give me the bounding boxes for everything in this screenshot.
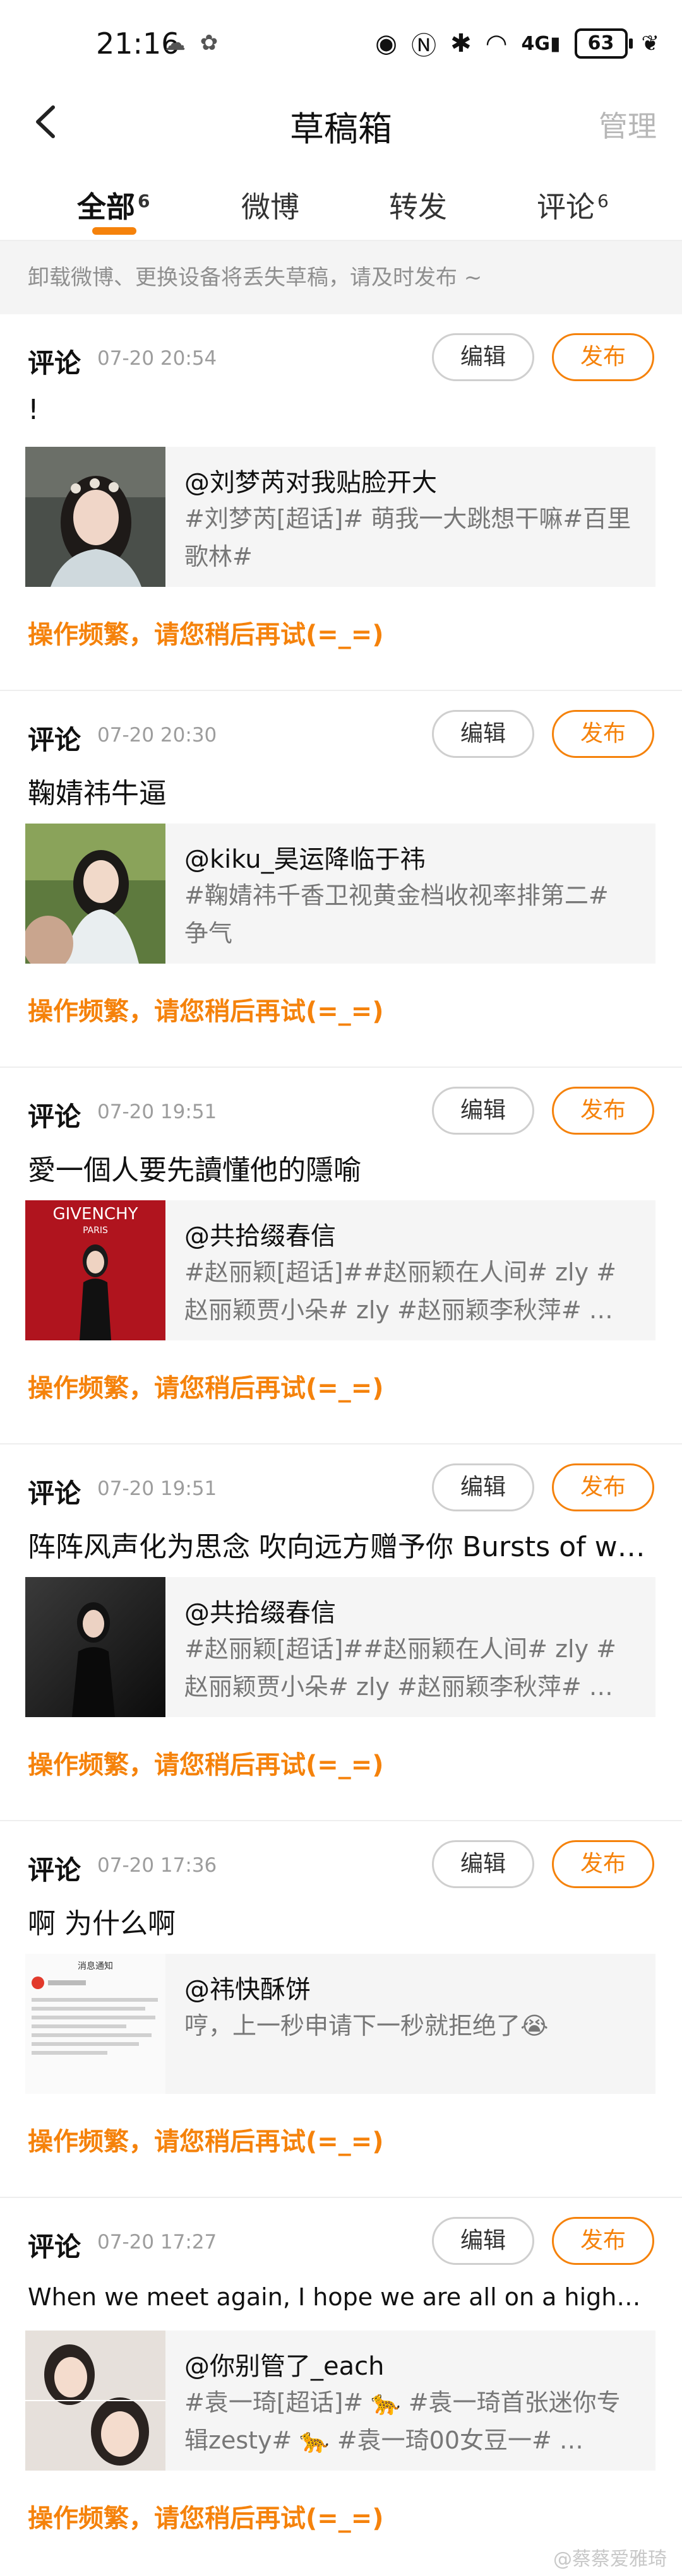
edit-button[interactable]: 编辑 [432, 1463, 534, 1511]
header: 草稿箱 管理 [0, 82, 682, 164]
brand-text: GIVENCHY [52, 1205, 138, 1224]
tab-all[interactable]: 全部 6 [77, 184, 150, 226]
post-thumbnail [25, 2331, 165, 2471]
post-author: @共拾缀春信 [184, 1598, 336, 1628]
post-excerpt: #刘梦芮[超话]# 萌我一大跳想干嘛#百里歌林# [184, 505, 631, 570]
draft-time: 07-20 17:27 [97, 2231, 217, 2254]
post-thumbnail [25, 1577, 165, 1717]
wifi-icon: ◠ [485, 29, 508, 58]
draft-type: 评论 [28, 348, 81, 379]
publish-button[interactable]: 发布 [552, 710, 654, 758]
post-excerpt: #赵丽颖[超话]##赵丽颖在人间# zly # 赵丽颖贾小朵# zly #赵丽颖… [184, 1635, 617, 1701]
edit-button[interactable]: 编辑 [432, 1840, 534, 1888]
tab-repost[interactable]: 转发 [389, 184, 447, 226]
post-excerpt: #赵丽颖[超话]##赵丽颖在人间# zly # 赵丽颖贾小朵# zly #赵丽颖… [184, 1258, 617, 1324]
post-excerpt: #鞠婧祎千香卫视黄金档收视率排第二# 争气 [184, 882, 609, 947]
draft-item: 评论 07-20 19:51 编辑 发布 阵阵风声化为思念 吹向远方赠予你 Bu… [0, 1445, 682, 1821]
tab-label: 转发 [389, 190, 447, 224]
watermark: @蔡蔡爱雅琦 [553, 2548, 667, 2570]
publish-button[interactable]: 发布 [552, 1463, 654, 1511]
quoted-post-card[interactable]: @共拾缀春信 #赵丽颖[超话]##赵丽颖在人间# zly # 赵丽颖贾小朵# z… [25, 1577, 655, 1717]
error-message: 操作频繁，请您稍后再试(=_=) [28, 1374, 384, 1403]
tab-bar: 全部 6 微博 转发 评论 6 [0, 165, 682, 241]
draft-text: 愛一個人要先讀懂他的隱喻 [28, 1154, 361, 1186]
quoted-post-card[interactable]: @kiku_昊运降临于祎 #鞠婧祎千香卫视黄金档收视率排第二# 争气 [25, 824, 655, 964]
quoted-post-card[interactable]: @刘梦芮对我贴脸开大 #刘梦芮[超话]# 萌我一大跳想干嘛#百里歌林# [25, 447, 655, 587]
post-author: @刘梦芮对我贴脸开大 [184, 468, 437, 497]
network-type: 4G [521, 32, 550, 55]
post-author: @祎快酥饼 [184, 1975, 311, 2004]
edit-button[interactable]: 编辑 [432, 333, 534, 381]
error-message: 操作频繁，请您稍后再试(=_=) [28, 997, 384, 1026]
publish-button[interactable]: 发布 [552, 1840, 654, 1888]
notice-banner: 卸载微博、更换设备将丢失草稿，请及时发布 ~ [0, 241, 682, 314]
post-thumbnail: 消息通知 [25, 1954, 165, 2094]
tab-label: 评论 [537, 190, 595, 224]
draft-item: 评论 07-20 17:36 编辑 发布 啊 为什么啊 消息通知 @祎快酥饼 哼… [0, 1821, 682, 2198]
nfc-icon: Ⓝ [411, 32, 437, 61]
error-message: 操作频繁，请您稍后再试(=_=) [28, 2504, 384, 2533]
post-author: @kiku_昊运降临于祎 [184, 845, 426, 874]
brand-city-text: PARIS [83, 1226, 108, 1236]
quoted-post-card[interactable]: GIVENCHY PARIS @共拾缀春信 #赵丽颖[超话]##赵丽颖在人间# … [25, 1200, 655, 1340]
draft-time: 07-20 19:51 [97, 1477, 217, 1500]
post-excerpt: #袁一琦[超话]# 🐆 #袁一琦首张迷你专辑zesty# 🐆 #袁一琦00女豆一… [184, 2389, 621, 2454]
draft-text: ! [28, 394, 39, 426]
tab-label: 微博 [241, 190, 299, 224]
error-message: 操作频繁，请您稍后再试(=_=) [28, 620, 384, 649]
draft-time: 07-20 19:51 [97, 1101, 217, 1123]
signal-icon: 4G▮ [521, 32, 561, 55]
eye-icon: ◉ [375, 29, 398, 58]
draft-type: 评论 [28, 1855, 81, 1886]
draft-time: 07-20 17:36 [97, 1854, 217, 1877]
tab-count: 6 [597, 190, 609, 211]
edit-button[interactable]: 编辑 [432, 1087, 534, 1135]
battery-level: 63 [587, 32, 614, 54]
draft-item: 评论 07-20 17:27 编辑 发布 When we meet again,… [0, 2198, 682, 2575]
status-bar: 21:16 ☁ ✿ ◉ Ⓝ ✱ ◠ 4G▮ 63 ❦ [0, 0, 682, 82]
draft-type: 评论 [28, 1478, 81, 1509]
quoted-post-card[interactable]: @你别管了_each #袁一琦[超话]# 🐆 #袁一琦首张迷你专辑zesty# … [25, 2331, 655, 2471]
draft-text: 阵阵风声化为思念 吹向远方赠予你 Bursts of wo t… [28, 1531, 653, 1563]
edit-button[interactable]: 编辑 [432, 2217, 534, 2265]
publish-button[interactable]: 发布 [552, 1087, 654, 1135]
thumb-notice-title: 消息通知 [78, 1961, 113, 1971]
tab-weibo[interactable]: 微博 [241, 184, 299, 226]
draft-type: 评论 [28, 2231, 81, 2262]
bluetooth-icon: ✱ [450, 29, 472, 58]
post-thumbnail [25, 824, 165, 964]
leaf-icon: ❦ [641, 31, 660, 56]
post-thumbnail [25, 447, 165, 587]
page-title: 草稿箱 [290, 109, 392, 149]
publish-button[interactable]: 发布 [552, 333, 654, 381]
active-tab-indicator [92, 227, 136, 235]
edit-button[interactable]: 编辑 [432, 710, 534, 758]
draft-type: 评论 [28, 724, 81, 755]
draft-time: 07-20 20:30 [97, 724, 217, 747]
publish-button[interactable]: 发布 [552, 2217, 654, 2265]
post-author: @共拾缀春信 [184, 1222, 336, 1251]
tab-count: 6 [138, 190, 150, 211]
draft-item: 评论 07-20 19:51 编辑 发布 愛一個人要先讀懂他的隱喻 GIVENC… [0, 1068, 682, 1445]
tab-label: 全部 [77, 190, 135, 224]
notification-icons: ☁ ✿ [164, 30, 222, 56]
draft-text: 啊 为什么啊 [28, 1908, 176, 1940]
draft-time: 07-20 20:54 [97, 347, 217, 370]
status-icons: ◉ Ⓝ ✱ ◠ 4G▮ 63 ❦ [375, 25, 659, 62]
post-excerpt: 哼，上一秒申请下一秒就拒绝了😭 [184, 2012, 549, 2040]
quoted-post-card[interactable]: 消息通知 @祎快酥饼 哼，上一秒申请下一秒就拒绝了😭 [25, 1954, 655, 2094]
draft-item: 评论 07-20 20:54 编辑 发布 ! @刘梦芮对我贴脸开大 #刘梦芮[超… [0, 314, 682, 691]
post-thumbnail: GIVENCHY PARIS [25, 1200, 165, 1340]
draft-text: 鞠婧祎牛逼 [28, 777, 167, 810]
draft-type: 评论 [28, 1101, 81, 1132]
error-message: 操作频繁，请您稍后再试(=_=) [28, 2127, 384, 2156]
draft-item: 评论 07-20 20:30 编辑 发布 鞠婧祎牛逼 @kiku_昊运降临于祎 … [0, 691, 682, 1068]
error-message: 操作频繁，请您稍后再试(=_=) [28, 1751, 384, 1780]
post-author: @你别管了_each [184, 2352, 385, 2381]
manage-button[interactable]: 管理 [599, 103, 657, 145]
battery-icon: 63 [574, 28, 633, 59]
draft-text: When we meet again, I hope we are all on… [28, 2283, 653, 2311]
tab-comment[interactable]: 评论 6 [537, 184, 609, 226]
